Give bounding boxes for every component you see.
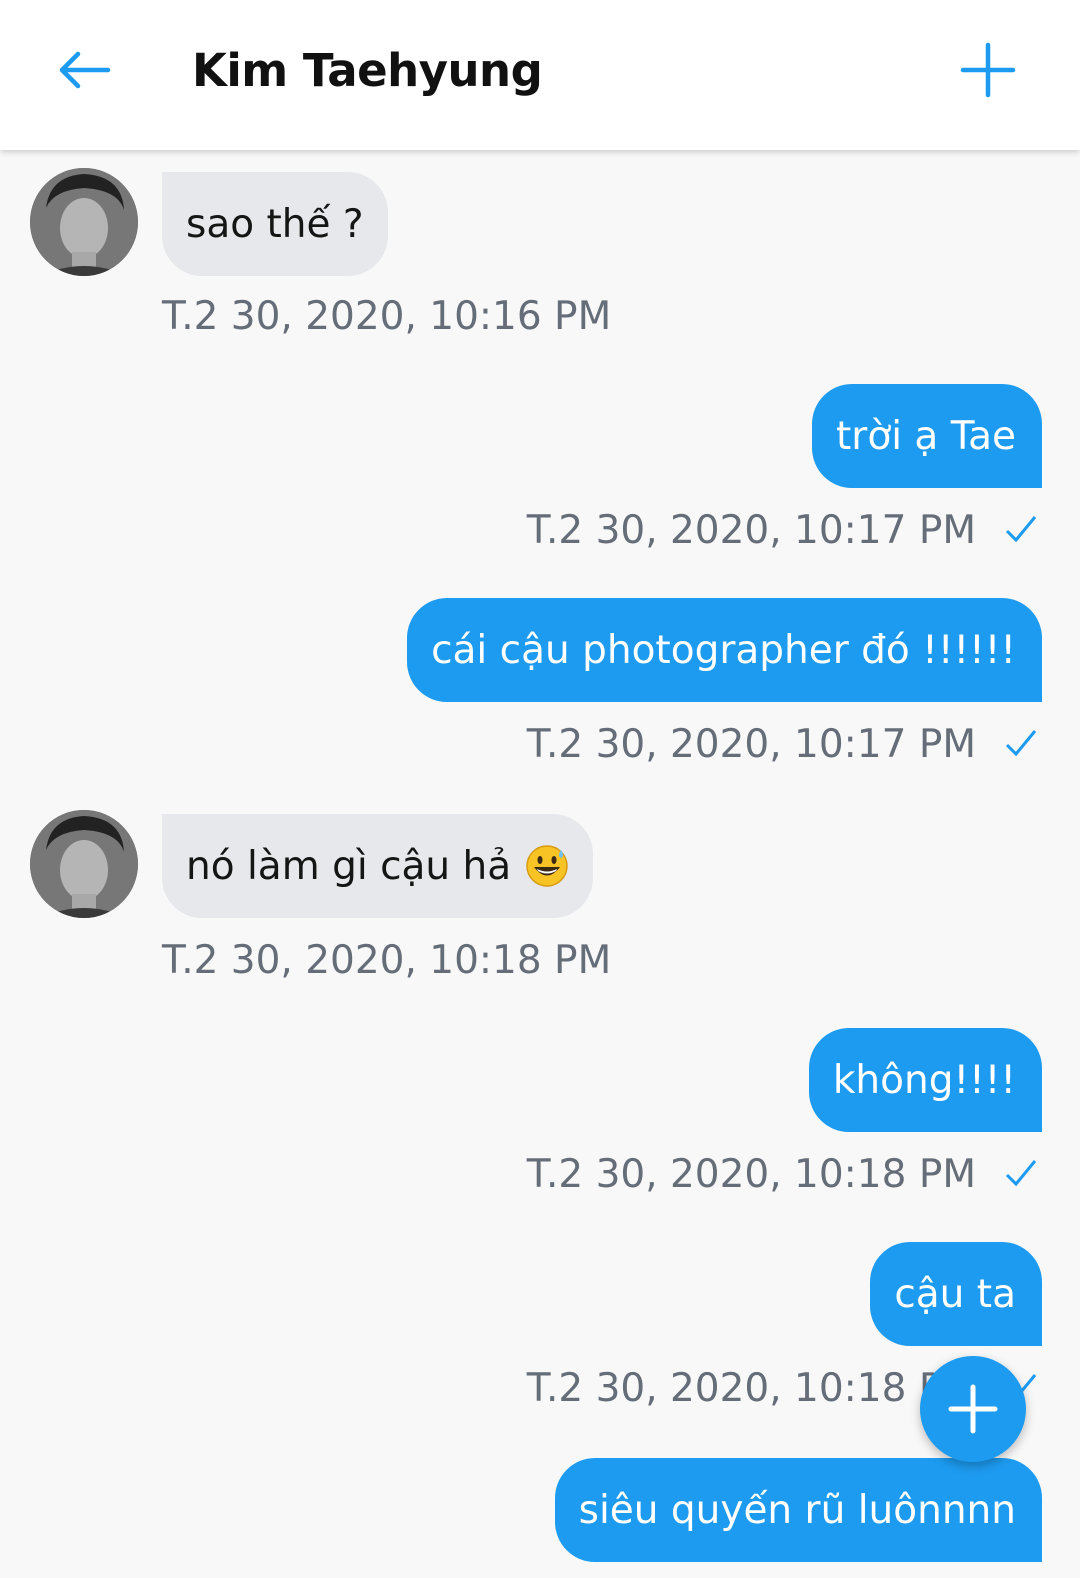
- message-timestamp: T.2 30, 2020, 10:18 PM: [526, 1366, 976, 1411]
- plus-icon: [960, 42, 1016, 98]
- message-bubble[interactable]: trời ạ Tae: [812, 384, 1042, 488]
- message-bubble[interactable]: không!!!!: [808, 1028, 1042, 1132]
- message-text: siêu quyến rũ luônnnn: [578, 1487, 1016, 1533]
- message-timestamp: T.2 30, 2020, 10:17 PM: [526, 722, 976, 767]
- message-bubble[interactable]: sao thế ?: [162, 172, 388, 276]
- message-text: nó làm gì cậu hả: [186, 843, 512, 889]
- grinning-sweat-emoji: [526, 845, 568, 887]
- message-text: trời ạ Tae: [836, 413, 1016, 459]
- message-timestamp: T.2 30, 2020, 10:18 PM: [162, 938, 612, 983]
- chat-header: Kim Taehyung: [0, 0, 1080, 150]
- arrow-left-icon: [59, 51, 111, 89]
- message-bubble[interactable]: cậu ta: [870, 1242, 1042, 1346]
- message-text: sao thế ?: [186, 201, 364, 247]
- plus-icon: [948, 1384, 998, 1434]
- check-icon: [1005, 516, 1037, 543]
- avatar[interactable]: [30, 168, 138, 276]
- message-bubble[interactable]: nó làm gì cậu hả: [162, 814, 594, 918]
- check-icon: [1005, 730, 1037, 757]
- message-text: không!!!!: [832, 1057, 1016, 1103]
- avatar[interactable]: [30, 810, 138, 918]
- message-timestamp: T.2 30, 2020, 10:16 PM: [162, 294, 612, 339]
- new-message-button[interactable]: [948, 30, 1028, 110]
- compose-fab[interactable]: [920, 1356, 1026, 1462]
- message-bubble[interactable]: siêu quyến rũ luônnnn: [554, 1458, 1042, 1562]
- message-timestamp: T.2 30, 2020, 10:18 PM: [526, 1152, 976, 1197]
- check-icon: [1005, 1160, 1037, 1187]
- message-bubble[interactable]: cái cậu photographer đó !!!!!!: [407, 598, 1042, 702]
- message-text: cái cậu photographer đó !!!!!!: [431, 627, 1016, 673]
- back-button[interactable]: [44, 30, 124, 110]
- message-text: cậu ta: [894, 1271, 1016, 1317]
- message-timestamp: T.2 30, 2020, 10:17 PM: [526, 508, 976, 553]
- message-thread[interactable]: sao thế ? T.2 30, 2020, 10:16 PM trời ạ …: [0, 0, 1080, 1578]
- page-title: Kim Taehyung: [192, 44, 543, 97]
